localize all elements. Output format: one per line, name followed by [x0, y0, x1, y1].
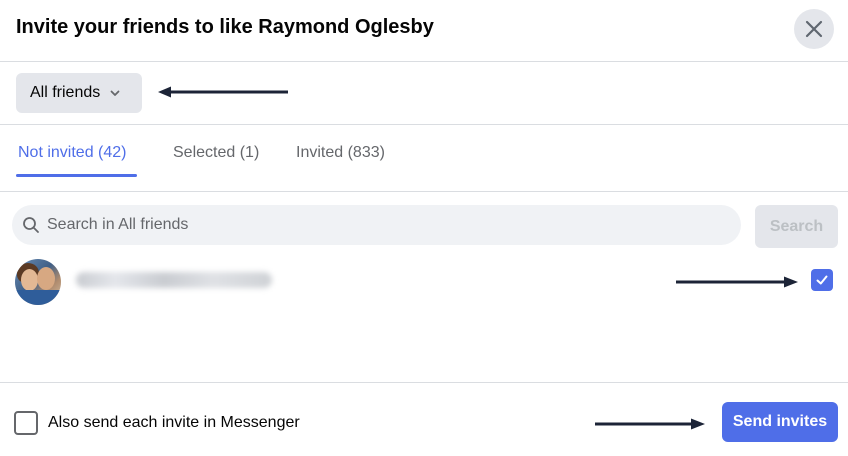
- search-button[interactable]: Search: [755, 205, 838, 248]
- active-tab-indicator: [16, 174, 137, 177]
- chevron-down-icon: [109, 87, 121, 99]
- search-icon: [23, 217, 39, 233]
- annotation-arrow-filter: [158, 86, 288, 98]
- friends-filter-dropdown[interactable]: All friends: [16, 73, 142, 113]
- search-box[interactable]: [12, 205, 741, 245]
- annotation-arrow-checkbox: [676, 276, 798, 288]
- tab-bar: Not invited (42) Selected (1) Invited (8…: [0, 125, 848, 192]
- tab-invited[interactable]: Invited (833): [296, 144, 385, 162]
- dialog-footer: Also send each invite in Messenger Send …: [0, 382, 848, 456]
- friends-filter-label: All friends: [30, 84, 101, 101]
- search-input[interactable]: [47, 216, 707, 234]
- dialog-title: Invite your friends to like Raymond Ogle…: [16, 16, 434, 38]
- send-invites-button[interactable]: Send invites: [722, 402, 838, 442]
- friend-name-blurred: [76, 272, 272, 288]
- annotation-arrow-send: [595, 418, 705, 430]
- messenger-label: Also send each invite in Messenger: [48, 414, 300, 431]
- avatar: [15, 259, 61, 305]
- friend-select-checkbox[interactable]: [811, 269, 833, 291]
- tab-selected[interactable]: Selected (1): [173, 144, 259, 162]
- close-icon: [805, 20, 823, 38]
- tab-not-invited[interactable]: Not invited (42): [18, 144, 127, 162]
- messenger-checkbox[interactable]: [14, 411, 38, 435]
- dialog-header: Invite your friends to like Raymond Ogle…: [0, 0, 848, 62]
- close-button[interactable]: [794, 9, 834, 49]
- checkmark-icon: [816, 275, 828, 285]
- filter-row: All friends: [0, 62, 848, 125]
